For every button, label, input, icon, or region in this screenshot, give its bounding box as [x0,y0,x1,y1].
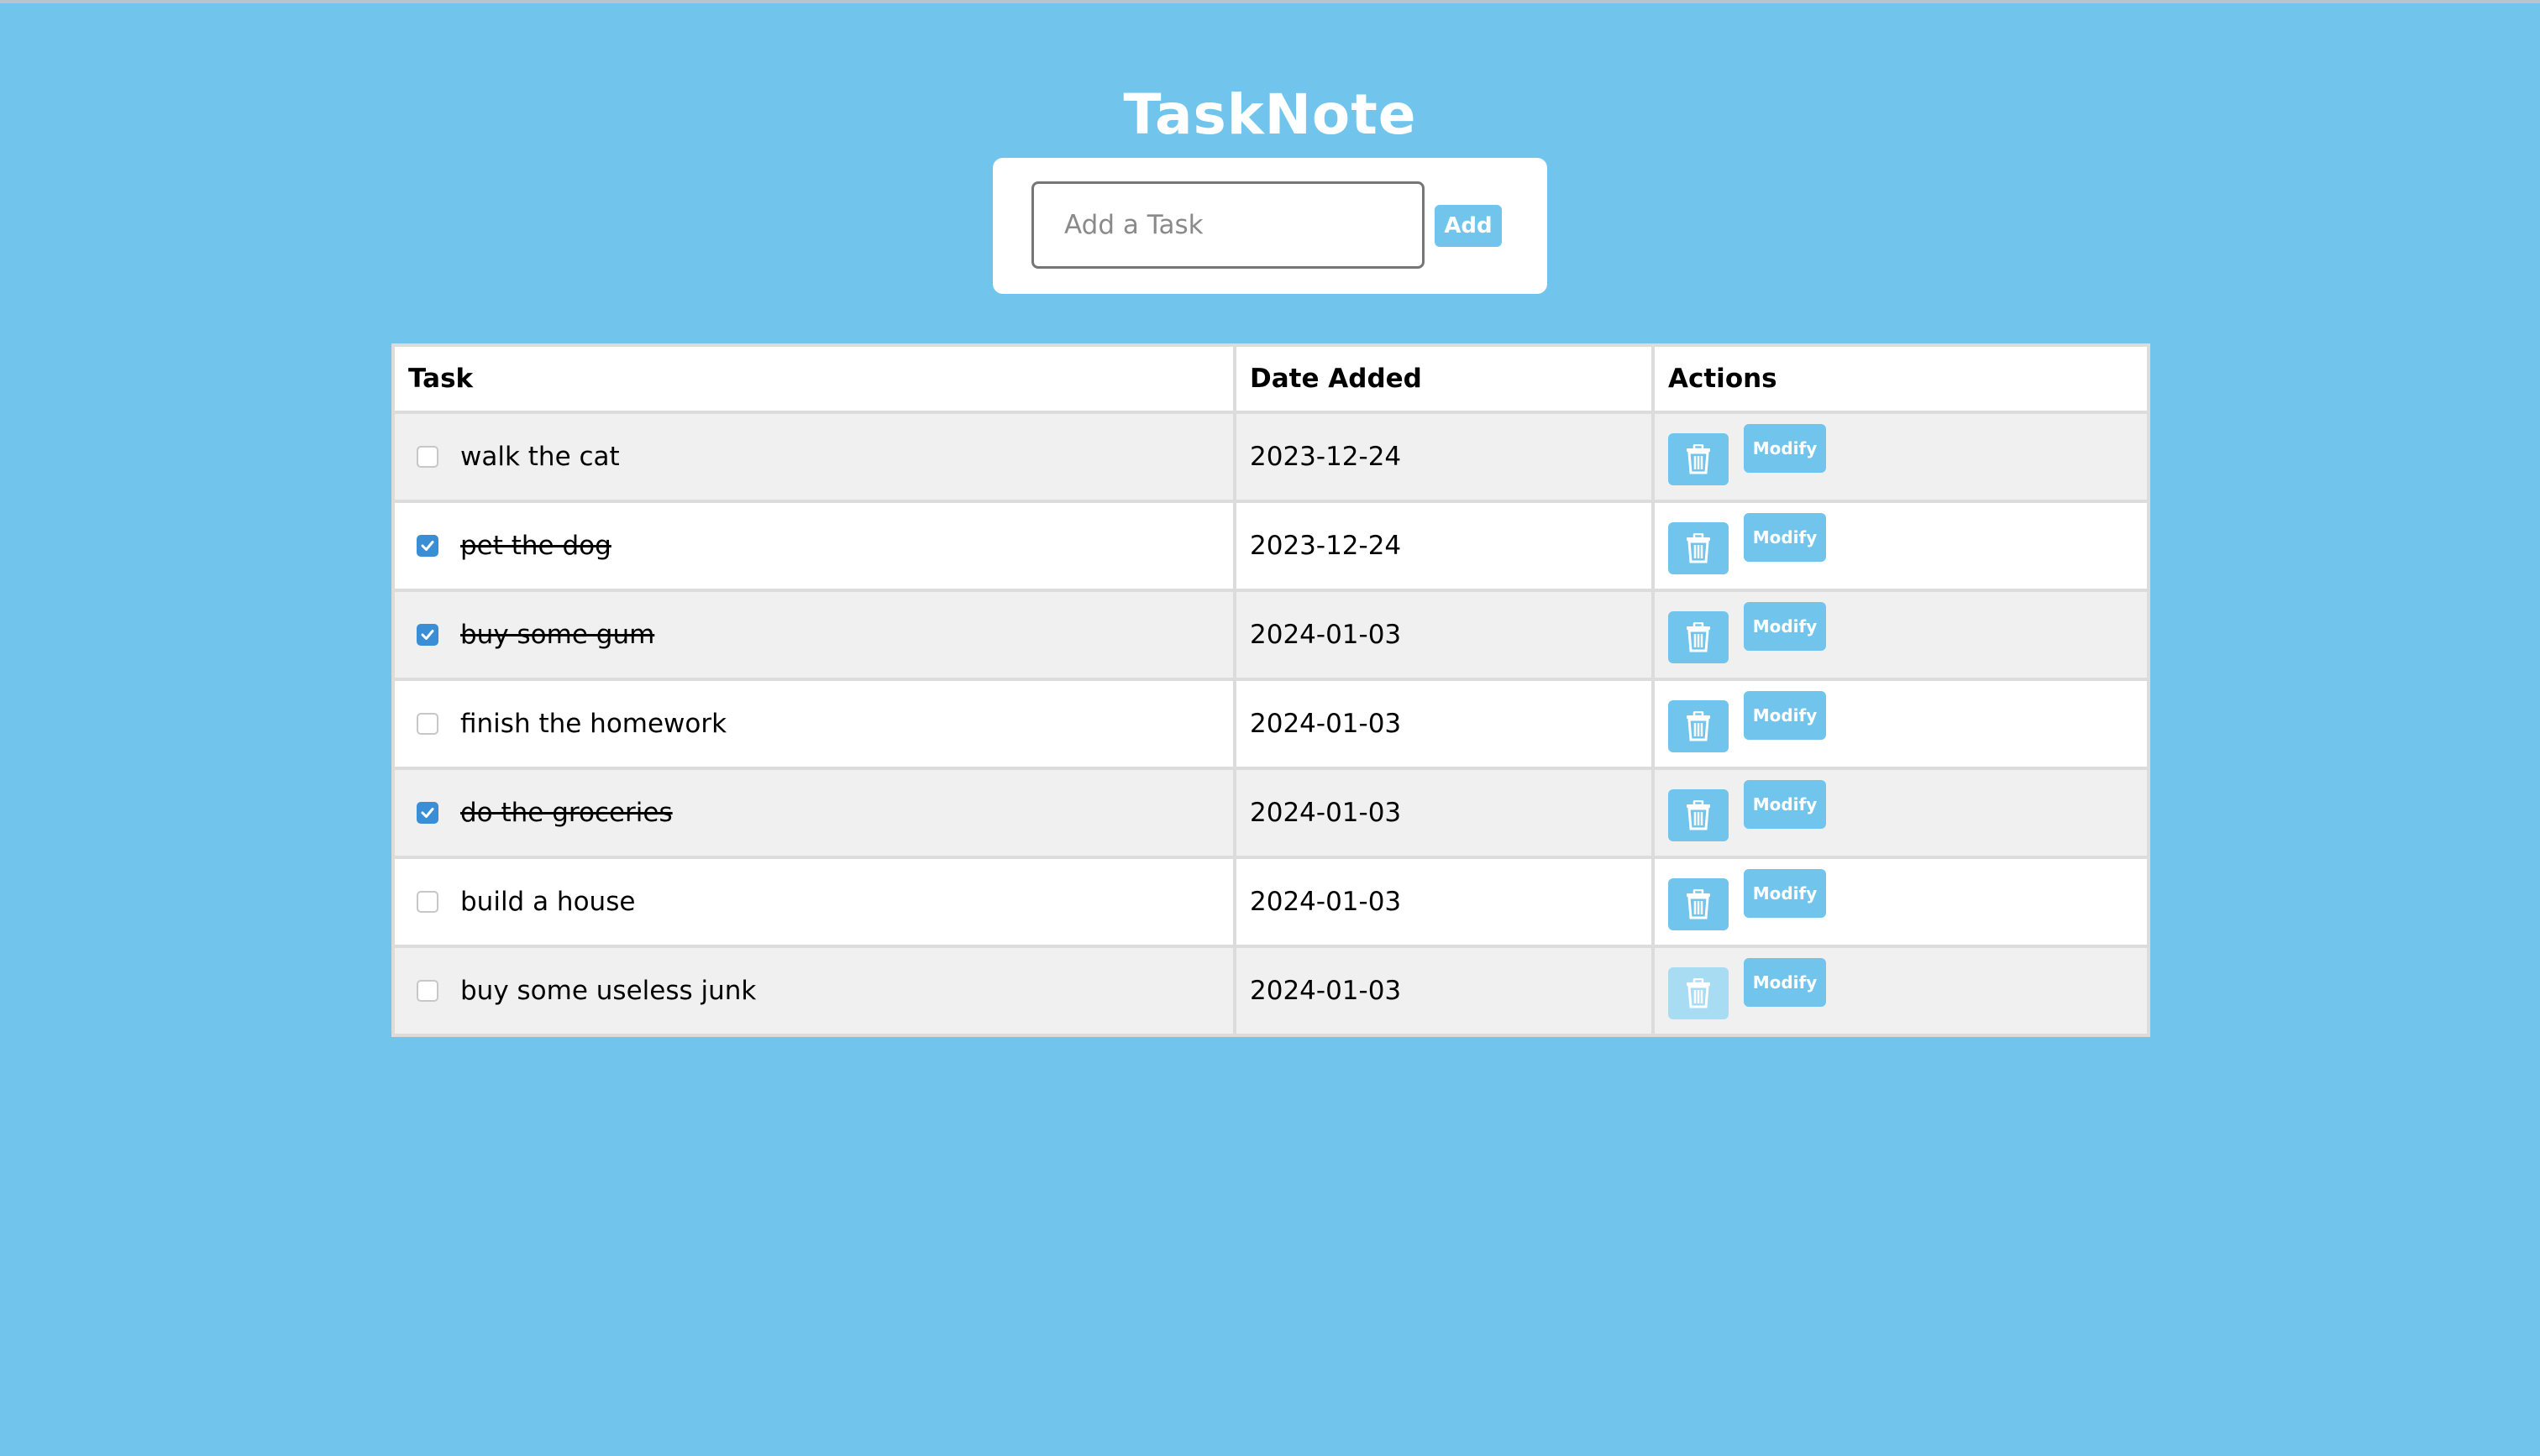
task-cell: finish the homework [391,678,1236,770]
top-border [0,0,2540,3]
trash-svg [1687,622,1710,652]
task-cell: buy some useless junk [391,945,1236,1037]
task-label: finish the homework [460,709,727,739]
page-title: TaskNote [1123,82,1417,148]
modify-button[interactable]: Modify [1744,602,1826,651]
task-label: pet the dog [460,531,611,561]
modify-button[interactable]: Modify [1744,869,1826,918]
trash-icon [1686,533,1711,563]
task-cell: build a house [391,856,1236,948]
task-checkbox[interactable] [417,535,438,557]
add-button[interactable]: Add [1435,205,1502,247]
actions-cell: Modify [1651,411,2150,503]
delete-button[interactable] [1668,967,1729,1019]
trash-svg [1687,889,1710,919]
actions-cell: Modify [1651,589,2150,681]
delete-button[interactable] [1668,611,1729,663]
task-cell: buy some gum [391,589,1236,681]
task-table: Task Date Added Actions walk the cat 2023… [391,343,2150,1037]
task-checkbox[interactable] [417,891,438,913]
task-cell: pet the dog [391,500,1236,592]
modify-button[interactable]: Modify [1744,513,1826,562]
actions-cell: Modify [1651,856,2150,948]
table-row: build a house 2024-01-03 Modify [391,856,2150,948]
trash-svg [1687,444,1710,474]
delete-button[interactable] [1668,878,1729,930]
task-table-body: walk the cat 2023-12-24 Modify pet the dog 2… [391,411,2150,1037]
trash-icon [1686,711,1711,741]
add-task-card: Add [993,158,1547,294]
trash-icon [1686,889,1711,919]
delete-button[interactable] [1668,433,1729,485]
task-checkbox[interactable] [417,980,438,1002]
delete-button[interactable] [1668,522,1729,574]
modify-button[interactable]: Modify [1744,780,1826,829]
actions-cell: Modify [1651,500,2150,592]
trash-svg [1687,978,1710,1008]
actions-cell: Modify [1651,945,2150,1037]
header-date-added: Date Added [1233,343,1655,414]
date-added-cell: 2024-01-03 [1233,767,1655,859]
task-checkbox[interactable] [417,446,438,468]
table-row: do the groceries 2024-01-03 Modify [391,767,2150,859]
date-added-cell: 2023-12-24 [1233,500,1655,592]
actions-cell: Modify [1651,767,2150,859]
task-checkbox[interactable] [417,713,438,735]
table-row: pet the dog 2023-12-24 Modify [391,500,2150,592]
trash-icon [1686,444,1711,474]
trash-icon [1686,800,1711,830]
task-label: buy some useless junk [460,976,757,1006]
date-added-cell: 2024-01-03 [1233,678,1655,770]
task-label: walk the cat [460,442,620,472]
task-checkbox[interactable] [417,624,438,646]
task-label: buy some gum [460,620,655,650]
modify-button[interactable]: Modify [1744,424,1826,473]
date-added-cell: 2024-01-03 [1233,856,1655,948]
trash-icon [1686,622,1711,652]
header-task: Task [391,343,1236,414]
task-checkbox[interactable] [417,802,438,824]
header-actions: Actions [1651,343,2150,414]
modify-button[interactable]: Modify [1744,958,1826,1007]
modify-button[interactable]: Modify [1744,691,1826,740]
table-row: buy some useless junk 2024-01-03 Modify [391,945,2150,1037]
trash-svg [1687,711,1710,741]
delete-button[interactable] [1668,789,1729,841]
date-added-cell: 2024-01-03 [1233,589,1655,681]
task-cell: walk the cat [391,411,1236,503]
trash-icon [1686,978,1711,1008]
date-added-cell: 2023-12-24 [1233,411,1655,503]
task-cell: do the groceries [391,767,1236,859]
trash-svg [1687,800,1710,830]
date-added-cell: 2024-01-03 [1233,945,1655,1037]
trash-svg [1687,533,1710,563]
add-task-input[interactable] [1031,181,1425,269]
table-row: buy some gum 2024-01-03 Modify [391,589,2150,681]
table-row: walk the cat 2023-12-24 Modify [391,411,2150,503]
delete-button[interactable] [1668,700,1729,752]
task-label: do the groceries [460,798,673,828]
task-label: build a house [460,887,636,917]
table-row: finish the homework 2024-01-03 Modify [391,678,2150,770]
table-header-row: Task Date Added Actions [391,343,2150,414]
actions-cell: Modify [1651,678,2150,770]
